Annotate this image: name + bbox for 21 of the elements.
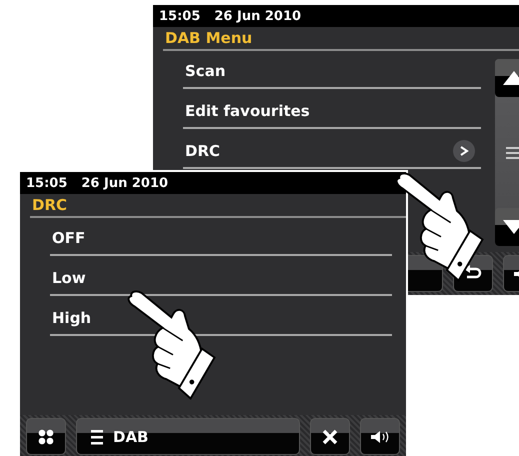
home-button[interactable] bbox=[26, 418, 66, 455]
close-button[interactable] bbox=[310, 418, 350, 455]
menu-title: DAB Menu bbox=[163, 27, 519, 51]
close-icon bbox=[322, 428, 338, 444]
scroll-down-icon[interactable] bbox=[503, 220, 519, 234]
menu-title: DRC bbox=[30, 194, 406, 218]
status-date: 26 Jun 2010 bbox=[214, 8, 302, 24]
status-time: 15:05 bbox=[26, 176, 68, 190]
four-dots-icon bbox=[38, 428, 54, 444]
chevron-icon[interactable] bbox=[453, 140, 475, 162]
scroll-up-icon[interactable] bbox=[503, 71, 519, 85]
menu-item[interactable]: OFF bbox=[50, 218, 392, 256]
menu-item[interactable]: Edit favourites bbox=[183, 91, 481, 129]
volume-button[interactable] bbox=[360, 418, 400, 455]
status-date: 26 Jun 2010 bbox=[81, 176, 168, 190]
menu-icon bbox=[91, 428, 103, 444]
speaker-icon bbox=[370, 430, 390, 444]
source-button[interactable]: DAB bbox=[76, 418, 300, 455]
status-time: 15:05 bbox=[159, 8, 200, 24]
menu-item[interactable]: Scan bbox=[183, 51, 481, 89]
grip-lines-icon bbox=[506, 146, 519, 158]
